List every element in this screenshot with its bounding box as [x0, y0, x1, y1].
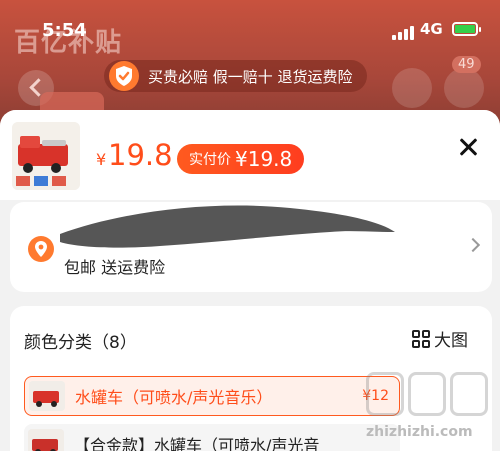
variant-thumbnail — [28, 429, 64, 451]
shield-check-icon — [108, 60, 140, 92]
variant-label: 【合金款】水罐车（可喷水/声光音 — [74, 436, 320, 451]
actual-price-value: ¥19.8 — [235, 147, 293, 171]
watermark-text: zhizhizhi.com — [366, 424, 473, 440]
signal-icon — [392, 24, 414, 40]
shipping-info: 包邮 送运费险 — [64, 258, 166, 277]
watermark-logo — [366, 372, 496, 420]
variant-option[interactable]: 【合金款】水罐车（可喷水/声光音 — [24, 424, 400, 451]
cart-badge: 49 — [452, 56, 481, 73]
network-type: 4G — [420, 20, 443, 38]
redacted-address — [60, 205, 395, 248]
product-thumbnail[interactable] — [12, 122, 80, 190]
variant-section-title: 颜色分类（8） — [24, 333, 137, 353]
big-image-toggle[interactable]: 大图 — [412, 326, 468, 351]
address-card[interactable]: 包邮 送运费险 — [10, 202, 492, 292]
big-image-label: 大图 — [434, 331, 468, 351]
variant-label: 水罐车（可喷水/声光音乐） — [75, 388, 273, 407]
status-time: 5:54 — [42, 20, 87, 41]
variant-thumbnail — [29, 381, 65, 411]
battery-icon — [452, 22, 481, 36]
variant-option-selected[interactable]: 水罐车（可喷水/声光音乐） ¥12 — [24, 376, 400, 416]
grid-icon — [412, 329, 430, 348]
cart-icon[interactable] — [392, 68, 432, 108]
chevron-right-icon — [465, 237, 481, 253]
guarantee-text: 买贵必赔 假一赔十 退货运费险 — [148, 67, 353, 86]
price-currency: ¥ — [96, 150, 107, 169]
more-icon[interactable] — [444, 68, 484, 108]
product-header: ¥ 19.8 实付价 ¥19.8 — [0, 110, 500, 200]
close-icon[interactable] — [454, 134, 482, 162]
actual-price-label: 实付价 — [189, 152, 231, 168]
guarantee-banner[interactable]: 买贵必赔 假一赔十 退货运费险 — [104, 60, 367, 92]
actual-price-badge: 实付价 ¥19.8 — [177, 144, 305, 174]
product-price: 19.8 — [108, 138, 173, 172]
status-bar: 5:54 4G — [0, 14, 500, 44]
